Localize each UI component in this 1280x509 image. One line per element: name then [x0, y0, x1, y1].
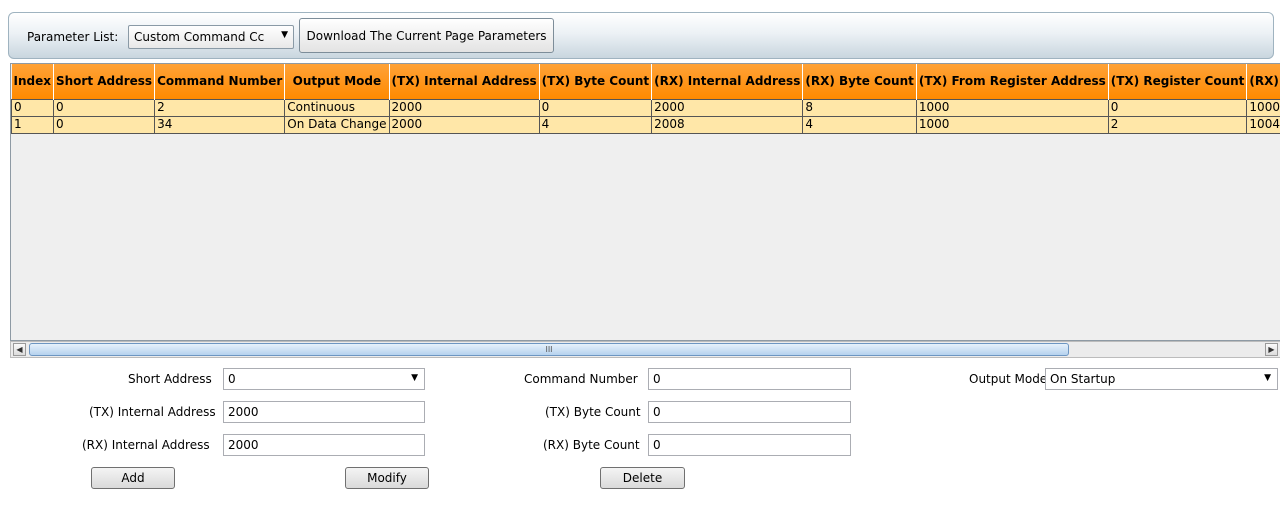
add-button[interactable]: Add	[91, 467, 175, 489]
column-header[interactable]: (TX) Byte Count	[539, 64, 653, 99]
table-cell[interactable]: Continuous	[284, 98, 390, 117]
table-cell[interactable]: 2	[154, 98, 286, 117]
scrollbar-thumb[interactable]: III	[29, 343, 1069, 356]
chevron-down-icon: ▼	[1264, 373, 1271, 383]
horizontal-scrollbar[interactable]: ◀ III ▶	[10, 341, 1280, 358]
rx-internal-address-label: (RX) Internal Address	[82, 438, 210, 452]
command-number-field[interactable]: 0	[648, 368, 851, 390]
table-cell[interactable]: 8	[802, 98, 917, 117]
short-address-select[interactable]: 0 ▼	[223, 368, 425, 390]
chevron-down-icon: ▼	[411, 373, 418, 383]
table-cell[interactable]: 34	[154, 115, 286, 134]
column-header[interactable]: (RX) To	[1246, 64, 1280, 99]
table-cell[interactable]: 1000	[915, 98, 1109, 117]
column-header[interactable]: (RX) Internal Address	[651, 64, 804, 99]
table-cell[interactable]: 2	[1107, 115, 1248, 134]
chevron-down-icon: ▼	[281, 30, 288, 40]
rx-byte-count-field[interactable]: 0	[648, 434, 851, 456]
modify-button[interactable]: Modify	[345, 467, 429, 489]
table-cell[interactable]: 1000	[1246, 98, 1280, 117]
output-mode-value: On Startup	[1050, 372, 1116, 386]
column-header[interactable]: Output Mode	[284, 64, 390, 99]
table-cell[interactable]: 0	[52, 115, 156, 134]
table-cell[interactable]: 4	[538, 115, 653, 134]
column-header[interactable]: (RX) Byte Count	[802, 64, 917, 99]
table-cell[interactable]: 2000	[651, 98, 804, 117]
command-number-label: Command Number	[524, 372, 638, 386]
arrow-left-icon[interactable]: ◀	[13, 343, 26, 356]
table-cell[interactable]: 0	[11, 98, 54, 117]
column-header[interactable]: Command Number	[154, 64, 286, 99]
rx-internal-address-field[interactable]: 2000	[223, 434, 425, 456]
table-cell[interactable]: 4	[802, 115, 917, 134]
table-cell[interactable]: 1000	[915, 115, 1109, 134]
table-cell[interactable]: 2008	[651, 115, 804, 134]
tx-internal-address-field[interactable]: 2000	[223, 401, 425, 423]
parameter-list-value: Custom Command Cc	[134, 30, 265, 44]
tx-byte-count-field[interactable]: 0	[648, 401, 851, 423]
tx-internal-address-label: (TX) Internal Address	[89, 405, 216, 419]
table-row[interactable]: 1 0 34 On Data Change 2000 4 2008 4 1000…	[11, 115, 1280, 134]
delete-button[interactable]: Delete	[600, 467, 685, 489]
table-cell[interactable]: 0	[52, 98, 156, 117]
command-table: Index Short Address Command Number Outpu…	[11, 64, 1280, 134]
toolbar: Parameter List: Custom Command Cc ▼ Down…	[8, 12, 1274, 59]
table-cell[interactable]: 1004	[1246, 115, 1280, 134]
rx-byte-count-label: (RX) Byte Count	[543, 438, 640, 452]
parameter-list-select[interactable]: Custom Command Cc ▼	[128, 25, 294, 49]
column-header[interactable]: (TX) From Register Address	[916, 64, 1109, 99]
short-address-value: 0	[228, 372, 236, 386]
table-header-row: Index Short Address Command Number Outpu…	[11, 64, 1280, 99]
table-cell[interactable]: 0	[538, 98, 653, 117]
table-row[interactable]: 0 0 2 Continuous 2000 0 2000 8 1000 0 10…	[11, 98, 1280, 117]
table-cell[interactable]: On Data Change	[284, 115, 390, 134]
table-cell[interactable]: 0	[1107, 98, 1248, 117]
column-header[interactable]: (TX) Register Count	[1108, 64, 1248, 99]
table-cell[interactable]: 2000	[388, 115, 540, 134]
column-header[interactable]: Short Address	[53, 64, 156, 99]
output-mode-select[interactable]: On Startup ▼	[1045, 368, 1278, 390]
short-address-label: Short Address	[128, 372, 212, 386]
parameter-list-label: Parameter List:	[27, 30, 119, 44]
column-header[interactable]: (TX) Internal Address	[389, 64, 540, 99]
table-cell[interactable]: 2000	[388, 98, 540, 117]
tx-byte-count-label: (TX) Byte Count	[545, 405, 641, 419]
download-parameters-button[interactable]: Download The Current Page Parameters	[299, 18, 554, 53]
output-mode-label: Output Mode	[969, 372, 1048, 386]
command-grid: Index Short Address Command Number Outpu…	[10, 63, 1280, 341]
arrow-right-icon[interactable]: ▶	[1265, 343, 1278, 356]
table-cell[interactable]: 1	[11, 115, 54, 134]
column-header[interactable]: Index	[11, 64, 54, 99]
